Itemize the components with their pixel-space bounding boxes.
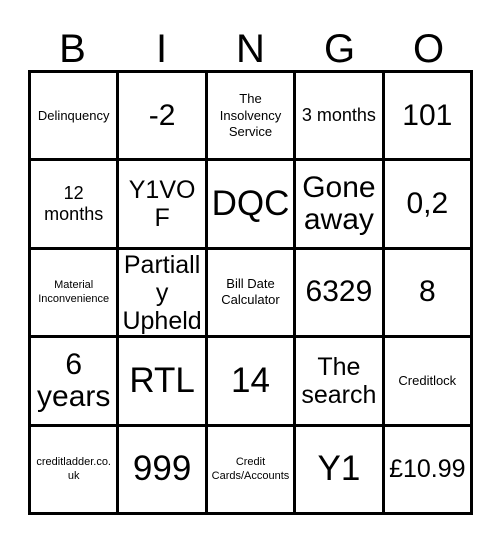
bingo-cell-r4c3[interactable]: 14 [207,338,297,427]
bingo-cell-r4c2[interactable]: RTL [119,338,208,427]
bingo-grid: Delinquency -2 The Insolvency Service 3 … [28,70,473,515]
bingo-cell-r3c5[interactable]: 8 [384,249,473,339]
bingo-cell-r3c1[interactable]: Material Inconvenience [31,249,120,339]
bingo-card: B I N G O Delinquency -2 The Insolvency … [0,0,501,544]
bingo-header-letter-g: G [323,27,356,71]
bingo-cell-r5c2[interactable]: 999 [119,426,208,515]
bingo-cell-label: 8 [418,275,436,309]
bingo-cell-label: 3 months [301,105,376,126]
bingo-header-letter-i: I [155,27,168,71]
bingo-cell-label: £10.99 [389,455,466,484]
bingo-cell-r2c5[interactable]: 0,2 [384,161,473,250]
bingo-cell-r1c3[interactable]: The Insolvency Service [207,73,297,162]
bingo-cell-r1c2[interactable]: -2 [119,73,208,162]
bingo-header-letter-o: O [412,27,445,71]
bingo-cell-r1c4[interactable]: 3 months [296,73,385,162]
bingo-cell-label: Partially Upheld [122,250,202,335]
bingo-header-letter-n: N [236,27,265,71]
bingo-cell-r4c5[interactable]: Creditlock [384,338,473,427]
bingo-cell-r5c3[interactable]: Credit Cards/Accounts [207,426,297,515]
bingo-cell-label: Creditlock [398,372,457,388]
bingo-header-row: B I N G O [28,24,473,70]
bingo-cell-r2c4[interactable]: Gone away [296,161,385,250]
bingo-cell-label: 999 [132,448,192,488]
bingo-cell-label: creditladder.co.uk [36,456,111,483]
bingo-cell-r3c2[interactable]: Partially Upheld [119,249,208,339]
bingo-cell-r2c3[interactable]: DQC [207,161,297,250]
bingo-cell-label: Material Inconvenience [38,279,110,306]
bingo-cell-label: 14 [231,360,270,400]
bingo-cell-r2c1[interactable]: 12 months [31,161,120,250]
bingo-cell-label: Bill Date Calculator [221,276,280,308]
bingo-cell-label: Credit Cards/Accounts [211,456,290,483]
bingo-cell-label: -2 [148,98,176,132]
bingo-cell-r5c1[interactable]: creditladder.co.uk [31,426,120,515]
bingo-cell-label: Y1VOF [128,176,196,233]
bingo-cell-label: 101 [402,98,453,132]
bingo-cell-label: Y1 [317,448,361,488]
bingo-cell-label: 12 months [44,183,104,225]
bingo-cell-label: RTL [129,360,195,400]
bingo-cell-r2c2[interactable]: Y1VOF [119,161,208,250]
bingo-cell-r3c3[interactable]: Bill Date Calculator [207,249,297,339]
bingo-cell-label: The search [301,352,377,409]
bingo-cell-label: The Insolvency Service [219,91,282,139]
bingo-cell-label: 0,2 [406,186,449,220]
bingo-cell-r4c1[interactable]: 6 years [31,338,120,427]
bingo-cell-r5c5[interactable]: £10.99 [384,426,473,515]
bingo-cell-label: 6329 [305,275,373,309]
bingo-cell-r1c5[interactable]: 101 [384,73,473,162]
bingo-cell-label: Delinquency [37,107,110,123]
bingo-cell-label: Gone away [302,170,376,237]
bingo-cell-label: 6 years [37,347,111,413]
bingo-cell-r5c4[interactable]: Y1 [296,426,385,515]
bingo-cell-r1c1[interactable]: Delinquency [31,73,120,162]
bingo-cell-label: DQC [211,183,290,223]
bingo-header-letter-b: B [59,27,86,71]
bingo-cell-r4c4[interactable]: The search [296,338,385,427]
bingo-cell-r3c4[interactable]: 6329 [296,249,385,339]
